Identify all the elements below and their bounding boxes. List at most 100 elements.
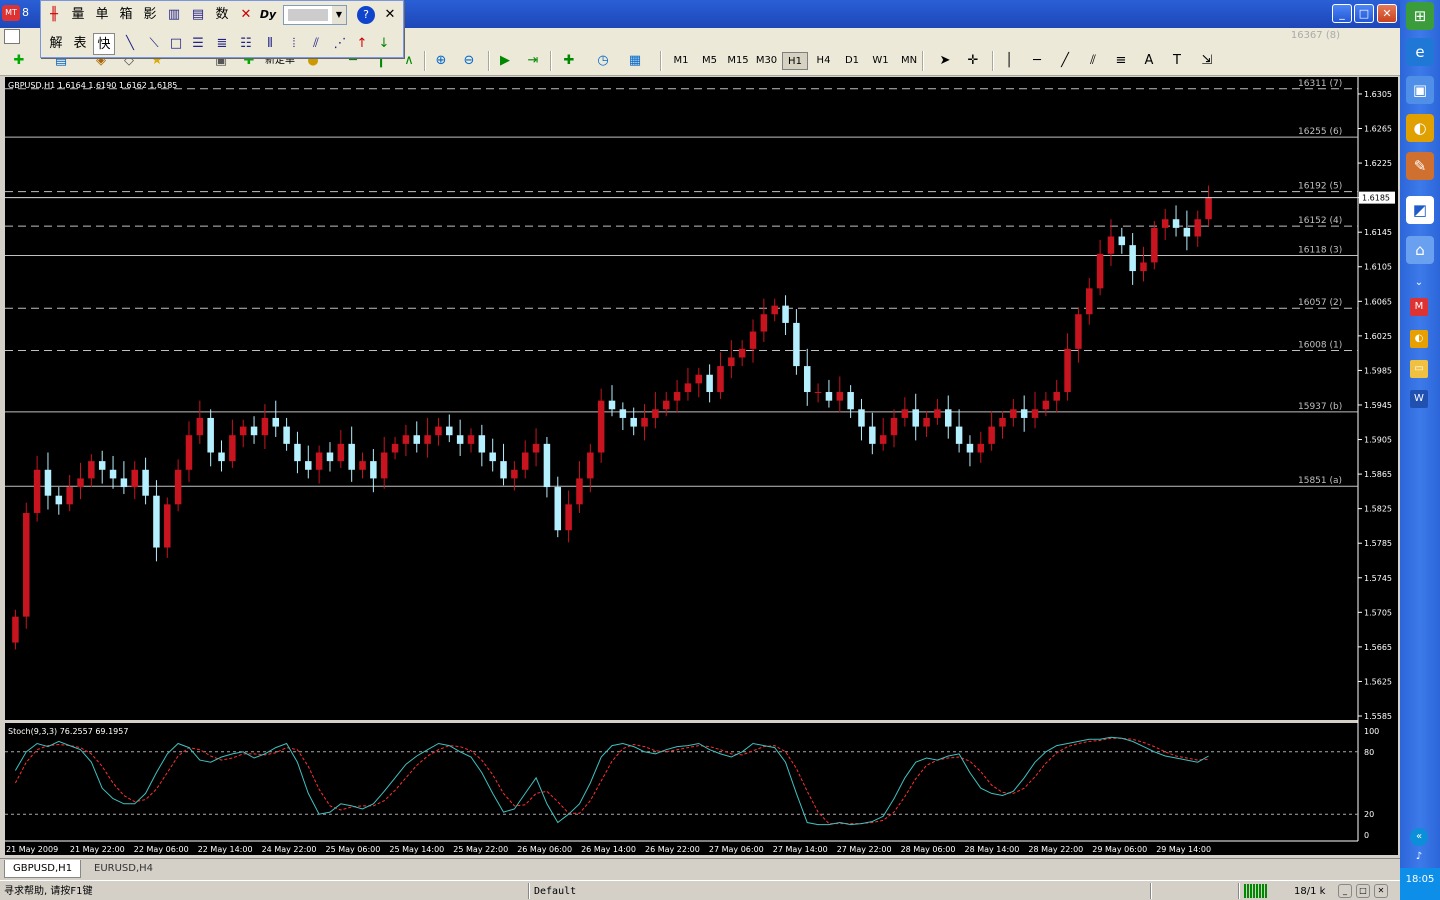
float-tool-2[interactable]: 单 <box>91 4 113 26</box>
candle-body <box>402 435 410 444</box>
float-tool-7[interactable]: 表 <box>69 33 91 55</box>
timeframe-w1[interactable]: W1 <box>868 52 894 70</box>
task-icon-2[interactable]: ◐ <box>1410 330 1428 348</box>
candle-body <box>272 417 280 427</box>
timeframe-mn[interactable]: MN <box>896 52 922 70</box>
price-chart[interactable]: 1.6305 1.6265 1.6225 1.6185 1.6145 1.6105 1.60… <box>4 76 1398 858</box>
arrow-down-icon[interactable]: ↓ <box>373 33 395 55</box>
candle-body <box>1172 219 1180 228</box>
candle-body <box>782 305 789 323</box>
candle-body <box>261 417 269 436</box>
volume-icon[interactable]: ♪ <box>1410 848 1428 866</box>
fibonacci-icon[interactable]: ≡ <box>1112 52 1130 70</box>
arrows-icon[interactable]: ⇲ <box>1198 52 1216 70</box>
candle-body <box>229 435 236 462</box>
chevron-down-icon[interactable]: ⌄ <box>1410 274 1428 292</box>
timeframe-m1[interactable]: M1 <box>668 52 694 70</box>
candle-body <box>630 417 637 427</box>
folder-icon[interactable]: ▭ <box>1410 360 1428 378</box>
float-tool-5[interactable]: 数 <box>211 4 233 26</box>
crosshair-icon[interactable]: ✛ <box>964 52 982 70</box>
templates-icon[interactable]: ▦ <box>626 52 644 70</box>
main-plot-area <box>5 77 1358 720</box>
windows-logo-icon[interactable]: ⊞ <box>1406 2 1434 30</box>
gann-grid-icon[interactable]: ⦀ <box>259 33 281 55</box>
close-toolbar-icon[interactable]: ✕ <box>379 4 401 26</box>
line-tool-icon[interactable]: ╲ <box>119 33 141 55</box>
zoom-in-icon[interactable]: ⊕ <box>432 52 450 70</box>
dy-icon[interactable]: Dy <box>257 4 279 26</box>
word-icon[interactable]: W <box>1410 390 1428 408</box>
time-label: 25 May 22:00 <box>453 845 508 854</box>
tab-gbpusd[interactable]: GBPUSD,H1 <box>4 860 82 878</box>
paint-icon[interactable]: ✎ <box>1406 152 1434 180</box>
equidistant-channel-icon[interactable]: ⫽ <box>1084 52 1102 70</box>
text-label-icon[interactable]: T <box>1168 52 1186 70</box>
fibo-fan-icon[interactable]: ⋰ <box>329 33 351 55</box>
candle-body <box>489 452 496 462</box>
close-button[interactable]: ✕ <box>1377 4 1397 23</box>
timeframe-m30[interactable]: M30 <box>754 52 780 70</box>
fibo-expansion-icon[interactable]: ≣ <box>211 33 233 55</box>
status-restore-button[interactable]: □ <box>1356 884 1370 898</box>
periods-icon[interactable]: ◷ <box>594 52 612 70</box>
float-tool-4[interactable]: 影 <box>139 4 161 26</box>
fib-level-label: 16255 (6) <box>1298 127 1342 137</box>
media-icon[interactable]: ◩ <box>1406 196 1434 224</box>
timeframe-m5[interactable]: M5 <box>697 52 723 70</box>
osc-level-label: 80 <box>1364 748 1374 757</box>
candle-body <box>1118 236 1126 246</box>
candle-body <box>239 426 247 436</box>
indicators-icon[interactable]: ✚ <box>560 52 578 70</box>
timeframe-m15[interactable]: M15 <box>725 52 751 70</box>
cursor-icon[interactable]: ➤ <box>936 52 954 70</box>
horizontal-line-icon[interactable]: ─ <box>1028 52 1046 70</box>
text-icon[interactable]: A <box>1140 52 1158 70</box>
indicator-label: Stoch(9,3,3) 76.2557 69.1957 <box>8 727 128 736</box>
document-icon[interactable] <box>4 29 20 44</box>
minimize-button[interactable]: _ <box>1332 4 1352 23</box>
auto-scroll-icon[interactable]: ▶ <box>496 52 514 70</box>
tab-eurusd[interactable]: EURUSD,H4 <box>86 860 161 878</box>
trendline-icon[interactable]: ╱ <box>1056 52 1074 70</box>
status-minimize-button[interactable]: _ <box>1338 884 1352 898</box>
ray-tool-icon[interactable]: ⟍ <box>143 33 165 55</box>
internet-explorer-icon[interactable]: e <box>1406 38 1434 66</box>
zoom-out-icon[interactable]: ⊖ <box>460 52 478 70</box>
time-label: 28 May 22:00 <box>1028 845 1083 854</box>
network-icon[interactable]: ⌂ <box>1406 236 1434 264</box>
new-chart-icon[interactable]: ✚ <box>10 52 28 70</box>
mt4-task-icon[interactable]: M <box>1410 298 1428 316</box>
float-tool-3[interactable]: 箱 <box>115 4 137 26</box>
help-icon[interactable]: ? <box>357 6 375 24</box>
candle-body <box>1140 262 1147 272</box>
candle-body <box>652 409 659 418</box>
timeframe-d1[interactable]: D1 <box>839 52 865 70</box>
rectangle-tool-icon[interactable]: □ <box>165 33 187 55</box>
vertical-line-icon[interactable]: │ <box>1000 52 1018 70</box>
cycle-lines-icon[interactable]: ⦙ <box>283 33 305 55</box>
timeframe-h1[interactable]: H1 <box>782 52 808 70</box>
show-desktop-icon[interactable]: ▣ <box>1406 76 1434 104</box>
float-select[interactable]: ▼ <box>283 5 347 25</box>
status-close-button[interactable]: ✕ <box>1374 884 1388 898</box>
bars-icon[interactable]: ▤ <box>187 4 209 26</box>
price-bars-icon[interactable]: ╫ <box>43 4 65 26</box>
gann-fan-icon[interactable]: ⫽ <box>305 33 327 55</box>
chart-shift-icon[interactable]: ⇥ <box>524 52 542 70</box>
floating-toolbar: ╫ 量 单 箱 影 ▥ ▤ 数 ✕ Dy ▼ ? ✕ 解 表 快 ╲ ⟍ □ ☰… <box>40 0 404 58</box>
float-tool-1[interactable]: 量 <box>67 4 89 26</box>
float-tool-6[interactable]: 解 <box>45 33 67 55</box>
app-shortcut-icon[interactable]: ◐ <box>1406 114 1434 142</box>
tray-expand-icon[interactable]: « <box>1410 828 1428 846</box>
timeframe-h4[interactable]: H4 <box>811 52 837 70</box>
maximize-button[interactable]: □ <box>1354 4 1374 23</box>
float-tool-8[interactable]: 快 <box>93 33 115 55</box>
candle-body <box>944 409 952 427</box>
fibo-levels-icon[interactable]: ☰ <box>187 33 209 55</box>
cross-icon[interactable]: ✕ <box>235 4 257 26</box>
histogram-icon[interactable]: ▥ <box>163 4 185 26</box>
chart-window[interactable]: 1.6305 1.6265 1.6225 1.6185 1.6145 1.6105 1.60… <box>4 76 1398 858</box>
arrow-up-icon[interactable]: ↑ <box>351 33 373 55</box>
fibo-channel-icon[interactable]: ☷ <box>235 33 257 55</box>
